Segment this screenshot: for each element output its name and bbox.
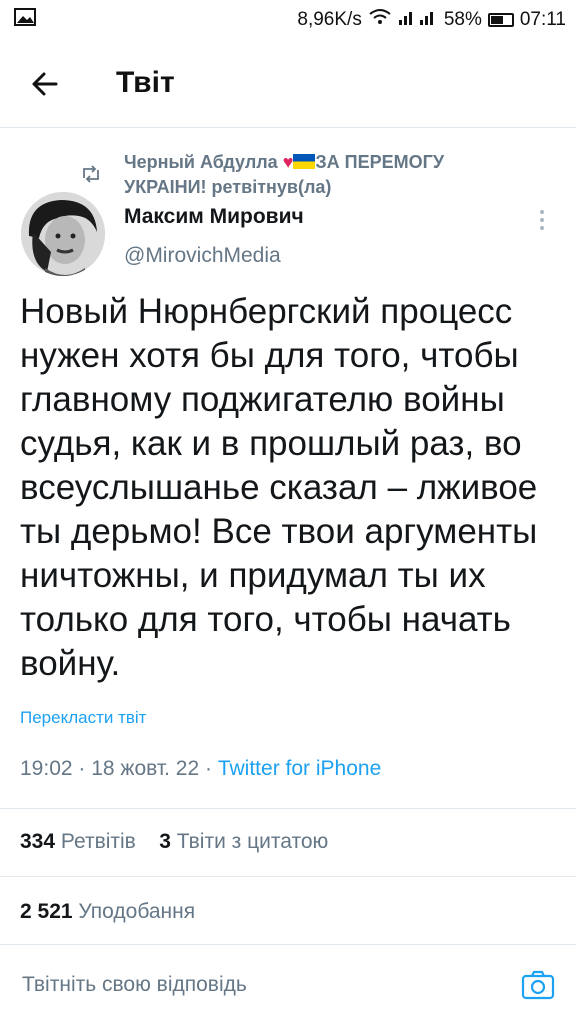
- network-speed: 8,96K/s: [297, 9, 362, 30]
- back-arrow-icon[interactable]: [26, 64, 66, 104]
- reply-bar: Твітніть свою відповідь: [0, 960, 576, 1024]
- battery-icon: [487, 13, 514, 27]
- signal-icon: [398, 8, 438, 32]
- author-handle[interactable]: @MirovichMedia: [124, 244, 281, 268]
- stats-divider: [0, 876, 576, 877]
- avatar[interactable]: [21, 192, 105, 276]
- more-vertical-icon[interactable]: [534, 206, 550, 236]
- tweet-source-link[interactable]: Twitter for iPhone: [218, 757, 381, 780]
- reply-input[interactable]: Твітніть свою відповідь: [22, 973, 247, 997]
- retweeter-name[interactable]: Черный Абдулла: [124, 152, 278, 172]
- header-divider: [0, 127, 576, 128]
- share-stats: 334 Ретвітів 3 Твіти з цитатою: [20, 830, 328, 854]
- retweet-context[interactable]: Черный Абдулла ♥ ЗА ПЕРЕМОГУ УКРАІНИ! рет…: [124, 150, 514, 200]
- battery-percent: 58%: [443, 9, 482, 30]
- likes-count: 2 521: [20, 900, 73, 923]
- page-title: Твіт: [116, 66, 175, 99]
- camera-icon[interactable]: [521, 968, 555, 1002]
- quotes-count: 3: [159, 830, 171, 853]
- meta-divider: [0, 808, 576, 809]
- status-bar: 8,96K/s 58% 07:11: [0, 0, 576, 38]
- translate-tweet-link[interactable]: Перекласти твіт: [20, 708, 146, 728]
- quotes-label: Твіти з цитатою: [176, 830, 329, 853]
- likes-divider: [0, 944, 576, 945]
- retweets-count: 334: [20, 830, 56, 853]
- image-icon: [14, 8, 36, 32]
- author-name[interactable]: Максим Мирович: [124, 205, 304, 229]
- retweeter-suffix-a: ЗА ПЕРЕМОГУ: [315, 152, 445, 172]
- heart-icon: ♥: [282, 152, 294, 172]
- retweet-icon: [80, 165, 102, 188]
- retweets-stat[interactable]: 334 Ретвітів: [20, 830, 136, 853]
- retweets-label: Ретвітів: [60, 830, 136, 853]
- tweet-meta: 19:02 · 18 жовт. 22 · Twitter for iPhone: [20, 757, 382, 780]
- likes-label: Уподобання: [78, 900, 196, 923]
- status-indicators: 8,96K/s 58% 07:11: [297, 8, 566, 32]
- tweet-date: 18 жовт. 22: [91, 757, 200, 780]
- tweet-text: Новый Нюрнбергский процесс нужен хотя бы…: [20, 292, 538, 683]
- ukraine-flag-icon: [293, 154, 316, 169]
- quotes-stat[interactable]: 3 Твіти з цитатою: [159, 830, 328, 853]
- wifi-icon: [368, 8, 392, 32]
- likes-stat[interactable]: 2 521 Уподобання: [20, 900, 195, 924]
- retweeter-suffix-b: УКРАІНИ! ретвітнув(ла): [124, 177, 332, 197]
- top-app-bar: Твіт: [0, 44, 576, 124]
- clock: 07:11: [519, 9, 566, 30]
- tweet-time: 19:02: [20, 757, 73, 780]
